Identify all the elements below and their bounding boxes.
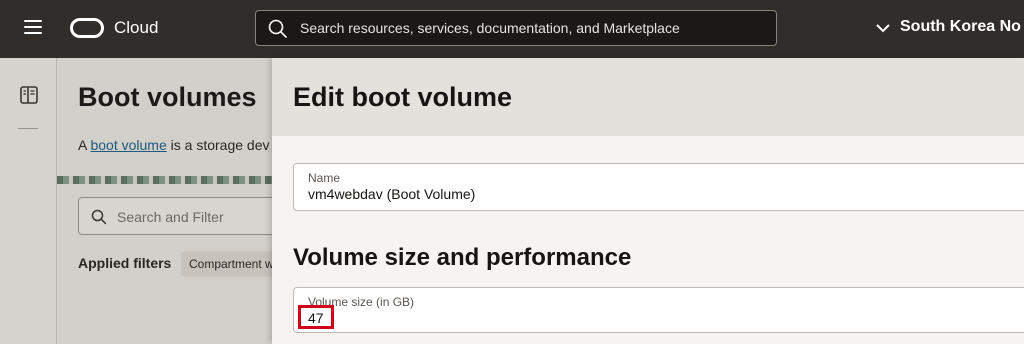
applied-filters-label: Applied filters	[78, 255, 172, 271]
search-and-filter[interactable]: Search and Filter	[78, 197, 272, 235]
search-icon	[91, 209, 107, 225]
oracle-logo[interactable]	[70, 18, 104, 38]
volume-size-field[interactable]: Volume size (in GB)	[293, 287, 1024, 333]
global-search[interactable]	[255, 10, 777, 46]
boot-volume-link[interactable]: boot volume	[90, 137, 166, 153]
rail-divider	[18, 128, 38, 129]
edit-boot-volume-panel: Edit boot volume Name Volume size and pe…	[272, 58, 1024, 344]
left-rail	[0, 58, 57, 344]
section-title-volume-size: Volume size and performance	[293, 244, 632, 271]
panel-title: Edit boot volume	[293, 82, 512, 112]
name-field-label: Name	[308, 171, 341, 185]
volume-size-input[interactable]	[308, 310, 332, 326]
name-field[interactable]: Name	[293, 163, 1024, 211]
boot-volumes-page: Boot volumes A boot volume is a storage …	[57, 58, 272, 344]
decorative-banner	[57, 176, 272, 184]
side-panel-toggle-icon[interactable]	[20, 86, 38, 104]
compartment-filter-chip[interactable]: Compartment w	[181, 251, 272, 277]
description-prefix: A	[78, 137, 91, 153]
hamburger-menu-icon[interactable]	[24, 20, 44, 38]
description-suffix: is a storage dev	[166, 137, 270, 153]
brand-label[interactable]: Cloud	[114, 18, 158, 38]
region-label: South Korea No	[900, 18, 1021, 35]
page-description: A boot volume is a storage dev	[78, 137, 269, 153]
top-navigation-bar: Cloud South Korea No	[0, 0, 1024, 58]
global-search-input[interactable]	[300, 11, 760, 45]
volume-size-highlight	[298, 305, 334, 329]
region-selector[interactable]: South Korea No	[876, 18, 1021, 36]
search-and-filter-placeholder: Search and Filter	[117, 209, 224, 225]
page-title: Boot volumes	[78, 82, 257, 112]
chevron-down-icon	[876, 24, 890, 33]
search-icon	[268, 19, 287, 38]
name-input[interactable]	[308, 186, 908, 202]
panel-header: Edit boot volume	[272, 58, 1024, 136]
